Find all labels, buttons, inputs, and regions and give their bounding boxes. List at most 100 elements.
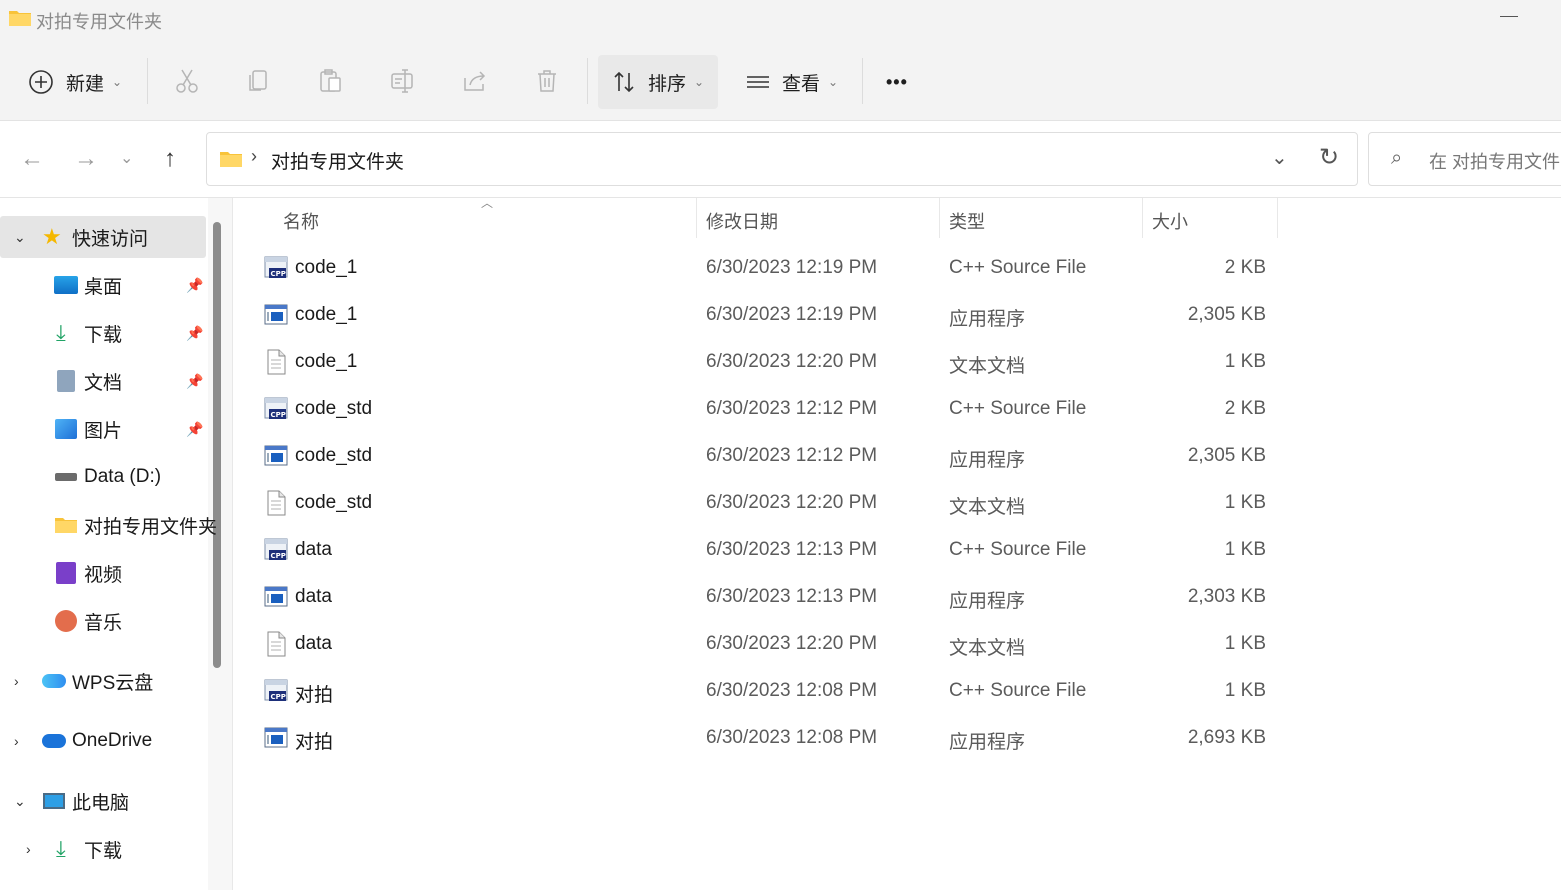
new-button[interactable]: 新建 ⌄ bbox=[28, 55, 122, 109]
sidebar-item-downloads[interactable]: ⤓ 下载 📌 bbox=[0, 312, 206, 354]
back-arrow-icon[interactable]: ← bbox=[20, 145, 44, 173]
chevron-right-icon[interactable]: › bbox=[26, 841, 31, 857]
star-icon: ★ bbox=[42, 224, 62, 249]
sort-button[interactable]: 排序 ⌄ bbox=[598, 55, 718, 109]
pin-icon[interactable]: 📌 bbox=[186, 325, 203, 342]
txt-file-icon bbox=[264, 349, 288, 375]
chevron-right-icon[interactable]: › bbox=[14, 733, 19, 749]
column-header-date[interactable]: 修改日期 bbox=[706, 208, 778, 234]
folder-icon bbox=[220, 152, 242, 167]
refresh-icon[interactable]: ↻ bbox=[1319, 143, 1339, 172]
file-row[interactable]: data 6/30/2023 12:13 PM 应用程序 2,303 KB bbox=[233, 574, 1561, 621]
column-header-size[interactable]: 大小 bbox=[1152, 208, 1188, 234]
column-header-type[interactable]: 类型 bbox=[949, 208, 985, 234]
pin-icon[interactable]: 📌 bbox=[186, 421, 203, 438]
more-options-button[interactable]: ••• bbox=[886, 55, 908, 109]
file-name: data bbox=[295, 633, 332, 654]
cut-icon[interactable] bbox=[174, 68, 200, 94]
sidebar-item-duipai-folder[interactable]: 对拍专用文件夹 bbox=[0, 504, 217, 546]
sidebar-item-documents[interactable]: 文档 📌 bbox=[0, 360, 206, 402]
file-size: 1 KB bbox=[1224, 539, 1266, 560]
download-icon: ⤓ bbox=[56, 836, 66, 861]
breadcrumb-chevron-icon[interactable]: › bbox=[251, 146, 257, 167]
file-row[interactable]: CPP data 6/30/2023 12:13 PM C++ Source File… bbox=[233, 527, 1561, 574]
address-history-chevron-icon[interactable]: ⌄ bbox=[1271, 145, 1288, 170]
breadcrumb-current[interactable]: 对拍专用文件夹 bbox=[271, 147, 404, 174]
file-row[interactable]: CPP 对拍 6/30/2023 12:08 PM C++ Source File 1 … bbox=[233, 668, 1561, 715]
file-name: 对拍 bbox=[295, 732, 334, 753]
file-row[interactable]: code_1 6/30/2023 12:19 PM 应用程序 2,305 KB bbox=[233, 292, 1561, 339]
music-icon bbox=[55, 610, 77, 632]
file-row[interactable]: code_std 6/30/2023 12:12 PM 应用程序 2,305 KB bbox=[233, 433, 1561, 480]
up-arrow-icon[interactable]: ↑ bbox=[164, 145, 176, 173]
file-date: 6/30/2023 12:19 PM bbox=[706, 304, 878, 325]
file-name: code_1 bbox=[295, 304, 358, 325]
file-type: 应用程序 bbox=[949, 450, 1026, 471]
file-list: ︿ 名称 修改日期 类型 大小 CPP code_1 6/30/2023 12:19… bbox=[233, 196, 1561, 890]
sidebar-item-pc-downloads[interactable]: › ⤓ 下载 bbox=[0, 828, 206, 870]
sort-label: 排序 bbox=[648, 73, 687, 95]
sidebar-item-quick-access[interactable]: ⌄ ★ 快速访问 bbox=[0, 216, 206, 258]
share-icon[interactable] bbox=[462, 68, 488, 94]
sidebar-item-videos[interactable]: 视频 bbox=[0, 552, 206, 594]
file-name: code_1 bbox=[295, 351, 358, 372]
chevron-down-icon: ⌄ bbox=[828, 75, 839, 89]
file-type: 文本文档 bbox=[949, 356, 1026, 377]
document-icon bbox=[57, 370, 75, 392]
cpp-file-icon: CPP bbox=[264, 396, 288, 422]
sidebar-item-data-drive[interactable]: Data (D:) bbox=[0, 456, 206, 498]
video-icon bbox=[56, 562, 76, 584]
paste-icon[interactable] bbox=[318, 68, 344, 94]
rename-icon[interactable] bbox=[390, 68, 416, 94]
file-row[interactable]: code_std 6/30/2023 12:20 PM 文本文档 1 KB bbox=[233, 480, 1561, 527]
address-bar[interactable]: › 对拍专用文件夹 ⌄ ↻ bbox=[206, 132, 1358, 186]
sidebar-item-label: 视频 bbox=[84, 564, 123, 586]
window-title: 对拍专用文件夹 bbox=[36, 12, 162, 32]
chevron-down-icon: ⌄ bbox=[694, 75, 705, 89]
file-name: code_std bbox=[295, 492, 373, 513]
file-row[interactable]: code_1 6/30/2023 12:20 PM 文本文档 1 KB bbox=[233, 339, 1561, 386]
recent-locations-chevron-icon[interactable]: ⌄ bbox=[120, 148, 133, 168]
sidebar-item-onedrive[interactable]: › OneDrive bbox=[0, 720, 206, 762]
pin-icon[interactable]: 📌 bbox=[186, 373, 203, 390]
file-row[interactable]: data 6/30/2023 12:20 PM 文本文档 1 KB bbox=[233, 621, 1561, 668]
address-row: ← → ⌄ ↑ › 对拍专用文件夹 ⌄ ↻ ⌕ 在 对拍专用文件 bbox=[0, 121, 1561, 198]
view-button[interactable]: 查看 ⌄ bbox=[746, 55, 838, 109]
file-name: 对拍 bbox=[295, 685, 334, 706]
view-label: 查看 bbox=[782, 73, 821, 95]
sidebar-scrollbar[interactable] bbox=[213, 222, 221, 668]
sidebar-item-music[interactable]: 音乐 bbox=[0, 600, 206, 642]
sidebar-item-desktop[interactable]: 桌面 📌 bbox=[0, 264, 206, 306]
delete-icon[interactable] bbox=[534, 68, 560, 94]
chevron-down-icon: ⌄ bbox=[112, 75, 123, 89]
pin-icon[interactable]: 📌 bbox=[186, 277, 203, 294]
copy-icon[interactable] bbox=[246, 68, 272, 94]
chevron-right-icon[interactable]: › bbox=[14, 673, 19, 689]
file-size: 1 KB bbox=[1224, 492, 1266, 513]
command-bar: 新建 ⌄ 排序 ⌄ 查看 ⌄ ••• bbox=[0, 40, 1561, 121]
file-row[interactable]: CPP code_std 6/30/2023 12:12 PM C++ Source … bbox=[233, 386, 1561, 433]
column-header-name[interactable]: 名称 bbox=[283, 208, 319, 234]
chevron-down-icon[interactable]: ⌄ bbox=[14, 793, 26, 810]
svg-text:CPP: CPP bbox=[271, 552, 286, 560]
navigation-pane: ⌄ ★ 快速访问 桌面 📌 ⤓ 下载 📌 文档 📌 图片 📌 Data (D:)… bbox=[0, 198, 233, 890]
file-type: C++ Source File bbox=[949, 257, 1087, 278]
sidebar-item-label: 桌面 bbox=[84, 276, 123, 298]
cpp-file-icon: CPP bbox=[264, 678, 288, 704]
file-row[interactable]: CPP code_1 6/30/2023 12:19 PM C++ Source Fi… bbox=[233, 245, 1561, 292]
file-type: 文本文档 bbox=[949, 497, 1026, 518]
sidebar-item-wps-cloud[interactable]: › WPS云盘 bbox=[0, 660, 206, 702]
sort-icon bbox=[614, 71, 634, 93]
minimize-button[interactable] bbox=[1500, 16, 1518, 17]
search-input[interactable]: ⌕ 在 对拍专用文件 bbox=[1368, 132, 1561, 186]
sidebar-item-this-pc[interactable]: ⌄ 此电脑 bbox=[0, 780, 206, 822]
chevron-down-icon[interactable]: ⌄ bbox=[14, 229, 26, 246]
file-row[interactable]: 对拍 6/30/2023 12:08 PM 应用程序 2,693 KB bbox=[233, 715, 1561, 762]
sidebar-item-pictures[interactable]: 图片 📌 bbox=[0, 408, 206, 450]
exe-file-icon bbox=[264, 302, 288, 328]
svg-text:CPP: CPP bbox=[271, 693, 286, 701]
file-name: data bbox=[295, 586, 332, 607]
picture-icon bbox=[55, 419, 77, 439]
file-date: 6/30/2023 12:20 PM bbox=[706, 633, 878, 654]
forward-arrow-icon[interactable]: → bbox=[74, 145, 98, 173]
